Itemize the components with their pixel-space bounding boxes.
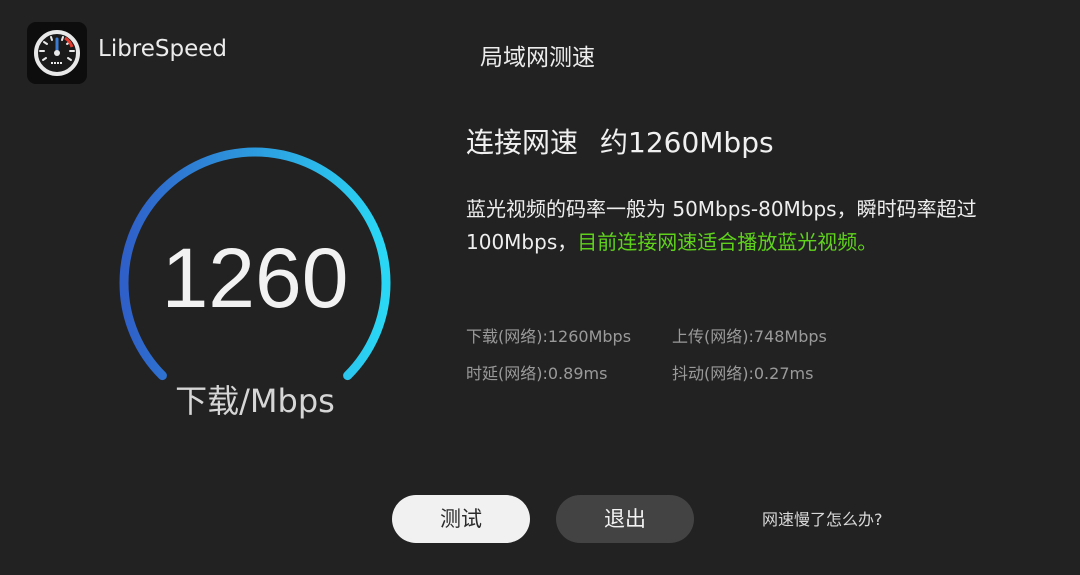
connection-speed-value: 约1260Mbps: [600, 126, 774, 159]
slow-network-help-link[interactable]: 网速慢了怎么办?: [762, 509, 883, 531]
stat-upload: 上传(网络):748Mbps: [672, 327, 827, 346]
app-name: LibreSpeed: [98, 36, 228, 62]
connection-speed-label: 连接网速: [466, 126, 579, 159]
app-logo: [27, 22, 87, 84]
connection-speed: 连接网速 约1260Mbps: [466, 124, 774, 162]
page-title: 局域网测速: [480, 45, 595, 71]
stat-download: 下载(网络):1260Mbps: [466, 327, 632, 346]
gauge-value: 1260: [161, 231, 349, 325]
verdict-text: 目前连接网速适合播放蓝光视频。: [577, 230, 878, 254]
speedometer-icon: [34, 30, 80, 76]
gauge-unit: 下载/Mbps: [175, 382, 335, 420]
stat-jitter: 抖动(网络):0.27ms: [672, 364, 814, 383]
exit-button[interactable]: 退出: [556, 495, 694, 543]
test-button[interactable]: 测试: [392, 495, 530, 543]
speed-description: 蓝光视频的码率一般为 50Mbps-80Mbps，瞬时码率超过 100Mbps，…: [466, 193, 1026, 259]
stat-latency: 时延(网络):0.89ms: [466, 364, 608, 383]
